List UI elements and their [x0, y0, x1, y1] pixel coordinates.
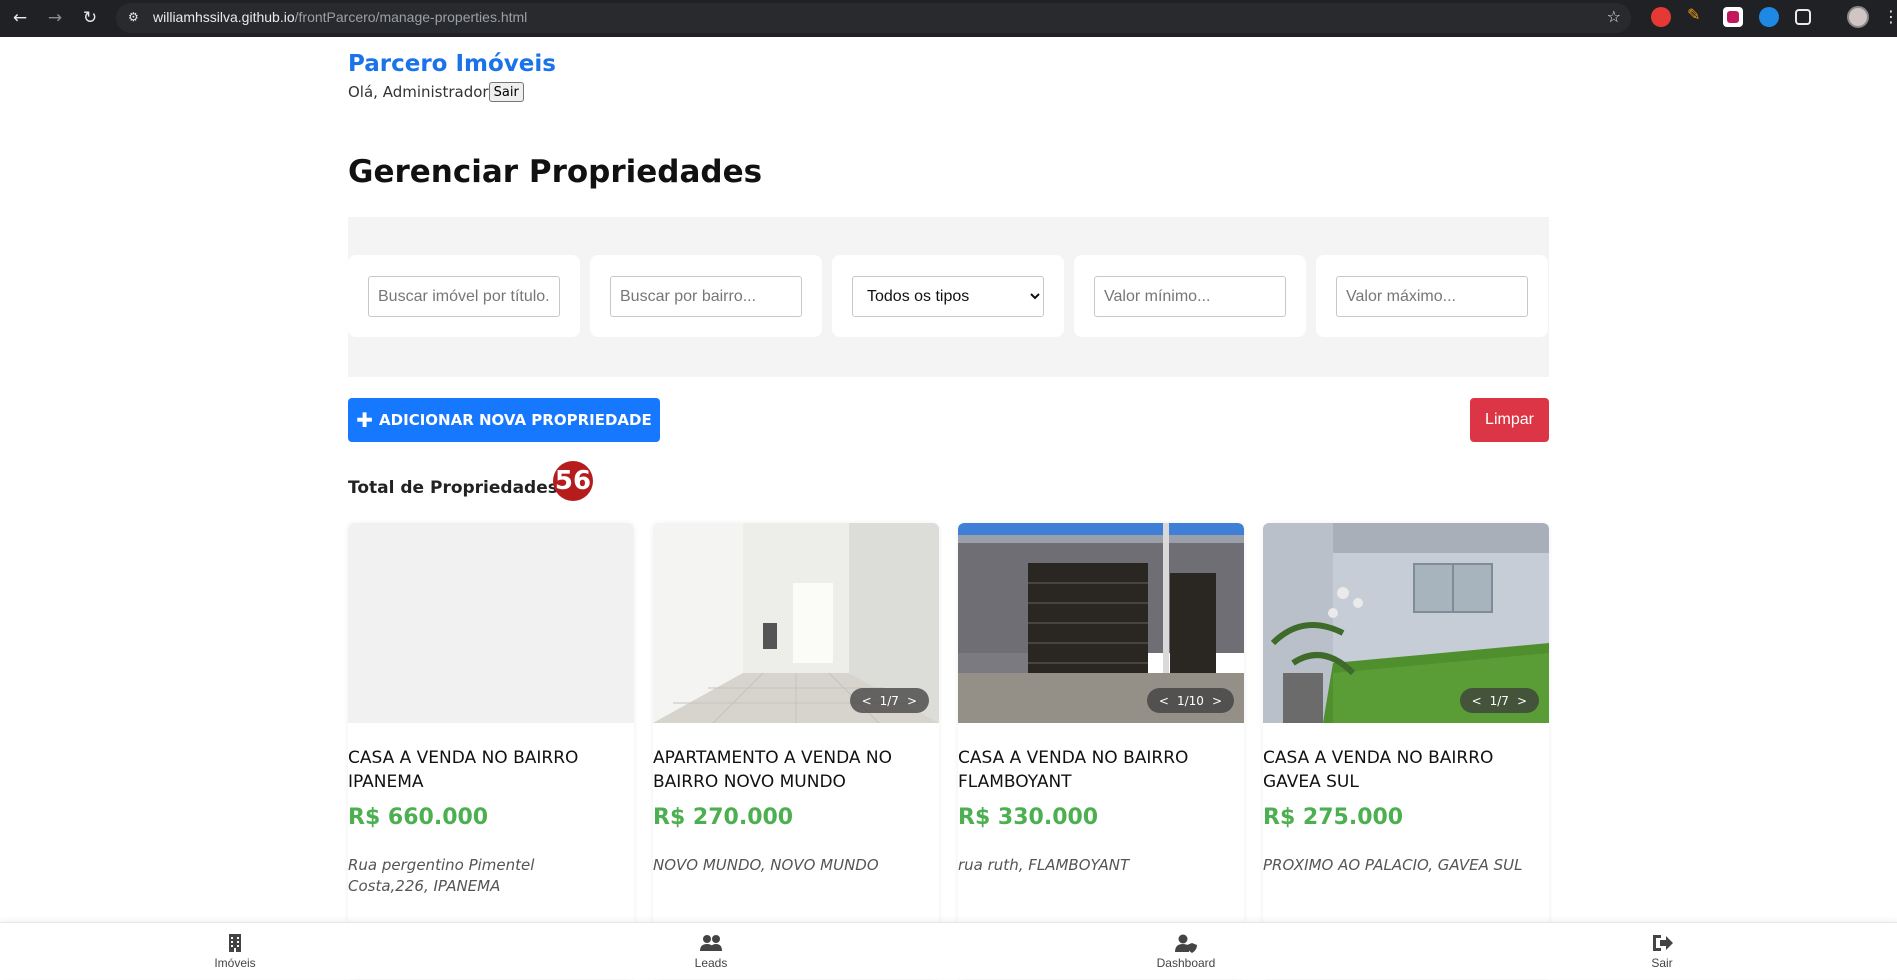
- property-title: APARTAMENTO A VENDA NO BAIRRO NOVO MUNDO: [653, 748, 893, 792]
- url-path: /frontParcero/manage-properties.html: [294, 9, 528, 25]
- property-card[interactable]: < 1/10 > CASA A VENDA NO BAIRRO FLAMBOYA…: [958, 523, 1244, 979]
- extension-blue-icon[interactable]: [1759, 7, 1779, 27]
- plus-icon: ✚: [356, 408, 374, 432]
- property-image-gate[interactable]: < 1/10 >: [958, 523, 1244, 723]
- max-value-input[interactable]: [1336, 276, 1528, 317]
- bottom-nav-label: Imóveis: [214, 956, 256, 970]
- page: Parcero Imóveis Olá, Administrador Sair …: [0, 37, 1897, 979]
- property-image-house[interactable]: < 1/7 >: [1263, 523, 1549, 723]
- property-price: R$ 660.000: [348, 805, 489, 830]
- bottom-nav-label: Sair: [1651, 956, 1673, 970]
- pager-prev-button[interactable]: <: [862, 694, 872, 708]
- bookmark-star-icon[interactable]: ☆: [1607, 7, 1621, 26]
- extension-pink-icon[interactable]: [1723, 7, 1743, 27]
- property-image-apartment[interactable]: < 1/7 >: [653, 523, 939, 723]
- add-property-button[interactable]: ✚ ADICIONAR NOVA PROPRIEDADE: [348, 398, 660, 442]
- extensions-puzzle-icon[interactable]: [1795, 9, 1811, 25]
- property-address: PROXIMO AO PALACIO, GAVEA SUL: [1263, 856, 1523, 874]
- back-arrow-icon[interactable]: ←: [6, 4, 34, 32]
- filter-card-neighborhood: [590, 255, 822, 337]
- property-address: NOVO MUNDO, NOVO MUNDO: [653, 856, 879, 874]
- property-image-placeholder[interactable]: [348, 523, 634, 723]
- site-info-icon[interactable]: ⚙: [128, 10, 144, 26]
- user-greeting: Olá, Administrador Sair: [348, 82, 524, 102]
- pager-next-button[interactable]: >: [907, 694, 917, 708]
- bottom-nav-dashboard[interactable]: Dashboard: [1126, 923, 1246, 980]
- extension-pen-icon[interactable]: ✎: [1687, 5, 1707, 25]
- total-properties-badge: 56: [553, 461, 593, 501]
- bottom-nav-imoveis[interactable]: Imóveis: [175, 923, 295, 980]
- pager-prev-button[interactable]: <: [1159, 694, 1169, 708]
- page-title: Gerenciar Propriedades: [348, 154, 763, 190]
- image-pager: < 1/7 >: [1459, 688, 1539, 713]
- sign-out-icon: [1653, 935, 1673, 951]
- bottom-nav-label: Leads: [694, 956, 728, 970]
- total-properties-label: Total de Propriedades:: [348, 478, 565, 498]
- add-property-label: ADICIONAR NOVA PROPRIEDADE: [379, 411, 652, 429]
- pager-prev-button[interactable]: <: [1472, 694, 1482, 708]
- bottom-nav-sair[interactable]: Sair: [1602, 923, 1722, 980]
- filter-card-title: [348, 255, 580, 337]
- pager-next-button[interactable]: >: [1517, 694, 1527, 708]
- address-bar[interactable]: ⚙ williamhssilva.github.io/frontParcero/…: [116, 3, 1631, 33]
- property-card[interactable]: CASA A VENDA NO BAIRRO IPANEMA R$ 660.00…: [348, 523, 634, 979]
- filter-card-max: [1316, 255, 1548, 337]
- property-price: R$ 270.000: [653, 805, 794, 830]
- clear-filters-button[interactable]: Limpar: [1470, 398, 1549, 442]
- reload-icon[interactable]: ↻: [76, 4, 104, 32]
- bottom-nav: Imóveis Leads Dashboard Sair: [0, 922, 1897, 979]
- logout-button[interactable]: Sair: [488, 82, 524, 102]
- property-card[interactable]: < 1/7 > CASA A VENDA NO BAIRRO GAVEA SUL…: [1263, 523, 1549, 979]
- bottom-nav-leads[interactable]: Leads: [651, 923, 771, 980]
- users-icon: [700, 935, 722, 951]
- user-shield-icon: [1175, 934, 1197, 953]
- image-pager: < 1/10 >: [1146, 688, 1234, 713]
- property-title: CASA A VENDA NO BAIRRO FLAMBOYANT: [958, 748, 1189, 792]
- bottom-nav-label: Dashboard: [1156, 956, 1216, 970]
- property-price: R$ 330.000: [958, 805, 1099, 830]
- extension-red-icon[interactable]: [1651, 7, 1671, 27]
- url-text[interactable]: williamhssilva.github.io/frontParcero/ma…: [153, 9, 527, 25]
- pager-count: 1/7: [1489, 693, 1509, 708]
- search-neighborhood-input[interactable]: [610, 276, 802, 317]
- property-title: CASA A VENDA NO BAIRRO GAVEA SUL: [1263, 748, 1494, 792]
- greeting-text: Olá, Administrador: [348, 83, 489, 101]
- property-price: R$ 275.000: [1263, 805, 1404, 830]
- forward-arrow-icon[interactable]: →: [41, 4, 69, 32]
- filter-panel: Todos os tipos: [348, 217, 1549, 377]
- pager-count: 1/7: [879, 693, 899, 708]
- browser-toolbar: ← → ↻ ⚙ williamhssilva.github.io/frontPa…: [0, 0, 1897, 37]
- filter-card-min: [1074, 255, 1306, 337]
- url-host: williamhssilva.github.io: [153, 9, 295, 25]
- pager-next-button[interactable]: >: [1212, 694, 1222, 708]
- search-title-input[interactable]: [368, 276, 560, 317]
- brand-logo[interactable]: Parcero Imóveis: [348, 51, 556, 77]
- browser-menu-icon[interactable]: ⋮: [1883, 7, 1897, 26]
- property-type-select[interactable]: Todos os tipos: [852, 276, 1044, 317]
- pager-count: 1/10: [1176, 693, 1204, 708]
- min-value-input[interactable]: [1094, 276, 1286, 317]
- building-icon: [229, 934, 241, 952]
- profile-avatar[interactable]: [1847, 6, 1869, 28]
- property-card[interactable]: < 1/7 > APARTAMENTO A VENDA NO BAIRRO NO…: [653, 523, 939, 979]
- property-address: Rua pergentino Pimentel Costa,226, IPANE…: [348, 856, 535, 895]
- filter-card-type: Todos os tipos: [832, 255, 1064, 337]
- property-title: CASA A VENDA NO BAIRRO IPANEMA: [348, 748, 579, 792]
- property-address: rua ruth, FLAMBOYANT: [958, 856, 1130, 874]
- image-pager: < 1/7 >: [849, 688, 929, 713]
